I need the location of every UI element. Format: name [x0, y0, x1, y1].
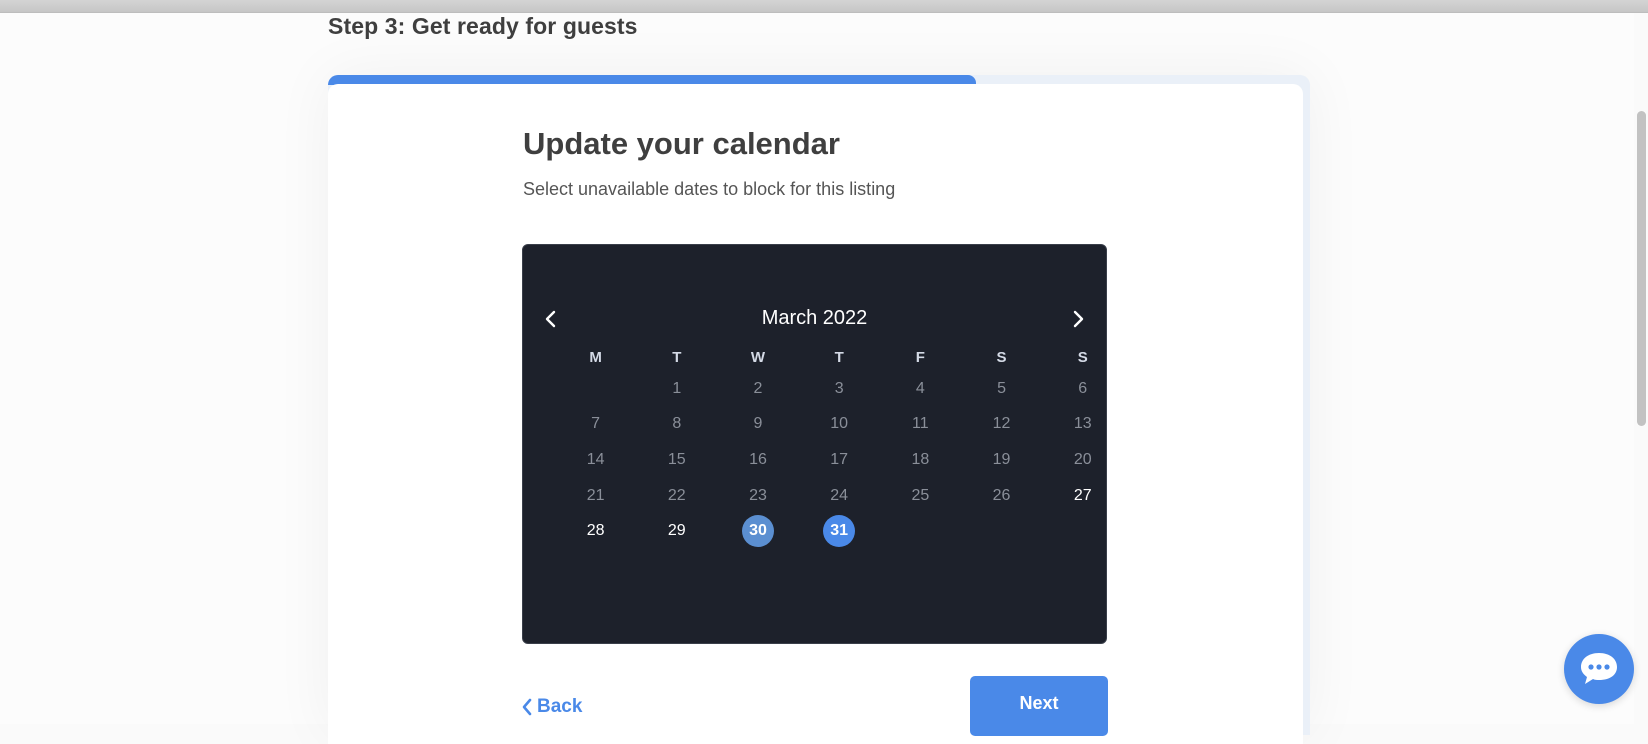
- calendar-day: 1: [636, 371, 717, 407]
- calendar-day-grid: 1 2 3 4 5 6 7 8 9 10 11 12 13 14 15 16 17 18 19 20 21 22 23 24 2…: [555, 371, 1123, 549]
- calendar-day-number: 21: [586, 486, 605, 504]
- calendar-day-number: 1: [672, 379, 682, 397]
- calendar-day: 20: [1042, 442, 1123, 478]
- calendar-day-number: 7: [591, 415, 601, 433]
- calendar-day: 4: [880, 371, 961, 407]
- calendar-day: 17: [799, 442, 880, 478]
- calendar-day: 9: [717, 407, 798, 443]
- calendar-day-number: 27: [1073, 486, 1092, 504]
- card-title: Update your calendar: [523, 126, 840, 161]
- chat-bubble-icon: [1581, 653, 1617, 684]
- calendar-day-number: 16: [749, 450, 767, 468]
- calendar-day[interactable]: 29: [636, 513, 717, 549]
- calendar-day[interactable]: 31: [799, 513, 880, 549]
- calendar-day: 21: [555, 478, 636, 514]
- chat-button[interactable]: [1564, 634, 1634, 704]
- calendar-day: 19: [961, 442, 1042, 478]
- chevron-right-icon: [1073, 310, 1084, 328]
- calendar-day-number: 2: [753, 379, 763, 397]
- chevron-left-icon: [522, 698, 532, 716]
- calendar-day-number: 22: [667, 486, 686, 504]
- step-card-container: Update your calendar Select unavailable …: [328, 75, 1310, 744]
- weekday-label: F: [915, 349, 925, 366]
- calendar-day[interactable]: 28: [555, 513, 636, 549]
- calendar-day-number: 26: [992, 486, 1011, 504]
- calendar-day: 7: [555, 407, 636, 443]
- calendar-day-number: 4: [915, 379, 925, 397]
- calendar-day: 15: [636, 442, 717, 478]
- weekday-spacer: [523, 349, 555, 366]
- calendar-day-number: 14: [586, 450, 605, 468]
- weekday-label: W: [750, 349, 766, 366]
- calendar-day-number: 8: [672, 415, 682, 433]
- calendar-day: 11: [880, 407, 961, 443]
- back-button[interactable]: Back: [522, 696, 582, 718]
- calendar-day: 23: [717, 478, 798, 514]
- calendar-day-number: 3: [834, 379, 844, 397]
- calendar-day: 6: [1042, 371, 1123, 407]
- scrollbar-thumb[interactable]: [1637, 111, 1646, 426]
- calendar-day: 3: [799, 371, 880, 407]
- calendar-day-number: 28: [586, 522, 605, 540]
- calendar-day-number: 9: [753, 415, 763, 433]
- calendar-day: 14: [555, 442, 636, 478]
- weekday-label: T: [672, 349, 682, 366]
- calendar-day: 2: [717, 371, 798, 407]
- step-title: Step 3: Get ready for guests: [328, 13, 638, 39]
- step-card: Update your calendar Select unavailable …: [328, 84, 1303, 744]
- calendar-day-number: 25: [911, 486, 930, 504]
- next-month-button[interactable]: [1066, 307, 1090, 331]
- calendar-day: 12: [961, 407, 1042, 443]
- page-scrollbar[interactable]: [1634, 13, 1648, 724]
- calendar-day-number: 15: [667, 450, 686, 468]
- calendar-day: 25: [880, 478, 961, 514]
- calendar-day[interactable]: 30: [717, 513, 798, 549]
- calendar-day-number: 13: [1073, 415, 1092, 433]
- calendar-day: 13: [1042, 407, 1123, 443]
- calendar-day: 10: [799, 407, 880, 443]
- calendar-day-number: 23: [749, 486, 767, 504]
- calendar-day: 16: [717, 442, 798, 478]
- weekday-label: S: [996, 349, 1007, 366]
- next-button[interactable]: Next: [970, 676, 1108, 736]
- calendar-month-label: March 2022: [761, 307, 868, 329]
- card-subtitle: Select unavailable dates to block for th…: [523, 179, 896, 199]
- page: Step 3: Get ready for guests Update your…: [0, 13, 1634, 744]
- previous-month-button[interactable]: [539, 307, 563, 331]
- calendar-day-number: 11: [912, 415, 929, 433]
- calendar-day-number: 18: [911, 450, 930, 468]
- calendar-blank-cell: [555, 371, 636, 407]
- calendar-day-number: 24: [830, 486, 849, 504]
- calendar: March 2022 MTWTFSS 1 2 3 4 5 6 7 8 9 10 11 12 13 14 15…: [522, 244, 1107, 644]
- calendar-day: 22: [636, 478, 717, 514]
- calendar-day-number: 17: [830, 450, 849, 468]
- calendar-day-number: 12: [992, 415, 1011, 433]
- weekday-label: S: [1077, 349, 1088, 366]
- calendar-day-number: 20: [1073, 450, 1092, 468]
- calendar-day-number: 30: [741, 515, 774, 548]
- calendar-day-number: 31: [823, 515, 856, 548]
- chevron-left-icon: [545, 310, 556, 328]
- calendar-day-number: 6: [1078, 379, 1088, 397]
- browser-chrome-strip: [0, 0, 1648, 13]
- calendar-day[interactable]: 27: [1042, 478, 1123, 514]
- calendar-day: 26: [961, 478, 1042, 514]
- calendar-day: 8: [636, 407, 717, 443]
- weekday-label: M: [589, 349, 602, 366]
- back-button-label: Back: [537, 696, 583, 717]
- weekday-header: MTWTFSS: [523, 349, 1106, 366]
- calendar-day: 24: [799, 478, 880, 514]
- calendar-day-number: 10: [830, 415, 849, 433]
- calendar-day-number: 19: [992, 450, 1011, 468]
- calendar-day: 18: [880, 442, 961, 478]
- calendar-day: 5: [961, 371, 1042, 407]
- calendar-day-number: 5: [997, 379, 1006, 397]
- calendar-day-number: 29: [667, 522, 686, 540]
- weekday-label: T: [834, 349, 844, 366]
